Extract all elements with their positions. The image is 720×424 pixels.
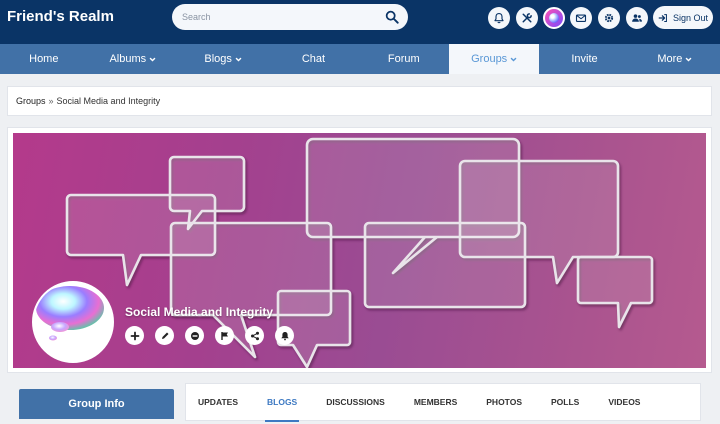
sign-out-icon bbox=[658, 13, 667, 22]
group-actions bbox=[125, 326, 294, 345]
breadcrumb-groups-link[interactable]: Groups bbox=[16, 96, 46, 106]
subscribe-group-button[interactable] bbox=[275, 326, 294, 345]
share-group-button[interactable] bbox=[245, 326, 264, 345]
breadcrumb: Groups » Social Media and Integrity bbox=[7, 86, 712, 116]
bubble-logo-image bbox=[36, 286, 104, 341]
nav-more-label: More bbox=[657, 53, 683, 65]
users-icon bbox=[632, 14, 642, 22]
tools-icon bbox=[522, 13, 532, 23]
report-group-button[interactable] bbox=[215, 326, 234, 345]
search-icon[interactable] bbox=[385, 10, 399, 24]
edit-group-button[interactable] bbox=[155, 326, 174, 345]
nav-blogs-label: Blogs bbox=[204, 53, 232, 65]
nav-albums-label: Albums bbox=[109, 53, 147, 65]
messages-button[interactable] bbox=[570, 7, 592, 29]
site-logo[interactable]: Friend's Realm bbox=[7, 8, 114, 25]
breadcrumb-current: Social Media and Integrity bbox=[56, 96, 161, 106]
main-nav: Home Albums Blogs Chat Forum Groups Invi… bbox=[0, 44, 720, 74]
nav-blogs[interactable]: Blogs bbox=[178, 44, 268, 74]
search-bar bbox=[172, 4, 408, 30]
edit-icon bbox=[161, 332, 168, 339]
nav-forum[interactable]: Forum bbox=[359, 44, 449, 74]
nav-more[interactable]: More bbox=[630, 44, 720, 74]
top-header: Friend's Realm Sign Out bbox=[0, 0, 720, 44]
bell-icon bbox=[494, 12, 504, 24]
group-avatar[interactable] bbox=[32, 281, 114, 363]
tab-members[interactable]: MEMBERS bbox=[414, 383, 457, 421]
settings-button[interactable] bbox=[598, 7, 620, 29]
chevron-down-icon bbox=[149, 57, 156, 62]
chevron-down-icon bbox=[235, 57, 242, 62]
nav-forum-label: Forum bbox=[387, 53, 420, 65]
breadcrumb-separator: » bbox=[48, 96, 54, 106]
tab-videos[interactable]: VIDEOS bbox=[608, 383, 640, 421]
nav-invite[interactable]: Invite bbox=[539, 44, 629, 74]
tab-polls[interactable]: POLLS bbox=[551, 383, 579, 421]
group-cover-card: Social Media and Integrity bbox=[7, 127, 712, 373]
nav-chat-label: Chat bbox=[301, 53, 326, 65]
group-info-header: Group Info bbox=[19, 389, 174, 419]
sign-out-button[interactable]: Sign Out bbox=[653, 6, 713, 29]
search-input[interactable] bbox=[182, 8, 378, 26]
group-cover-image: Social Media and Integrity bbox=[13, 133, 706, 368]
nav-albums[interactable]: Albums bbox=[88, 44, 178, 74]
gear-icon bbox=[604, 13, 614, 23]
sign-out-label: Sign Out bbox=[672, 12, 709, 23]
tab-photos[interactable]: PHOTOS bbox=[486, 383, 522, 421]
chevron-down-icon bbox=[510, 57, 517, 62]
leave-icon bbox=[190, 331, 199, 340]
report-flag-icon bbox=[220, 331, 228, 340]
friends-button[interactable] bbox=[626, 7, 648, 29]
tools-button[interactable] bbox=[516, 7, 538, 29]
subscribe-bell-icon bbox=[280, 331, 289, 340]
nav-chat[interactable]: Chat bbox=[268, 44, 358, 74]
nav-invite-label: Invite bbox=[571, 53, 598, 65]
group-title: Social Media and Integrity bbox=[125, 305, 274, 319]
tab-blogs[interactable]: BLOGS bbox=[264, 383, 300, 422]
nav-home[interactable]: Home bbox=[0, 44, 88, 74]
group-tabs: UPDATES BLOGS DISCUSSIONS MEMBERS PHOTOS… bbox=[185, 383, 701, 422]
envelope-icon bbox=[575, 14, 587, 22]
tab-updates[interactable]: UPDATES bbox=[198, 383, 238, 421]
user-avatar[interactable] bbox=[543, 7, 565, 29]
add-icon bbox=[130, 331, 139, 340]
nav-home-label: Home bbox=[29, 53, 59, 65]
leave-group-button[interactable] bbox=[185, 326, 204, 345]
tab-discussions[interactable]: DISCUSSIONS bbox=[326, 383, 385, 421]
share-icon bbox=[250, 331, 259, 340]
notifications-button[interactable] bbox=[488, 7, 510, 29]
speech-bubbles-illustration bbox=[65, 137, 654, 368]
nav-groups-label: Groups bbox=[471, 53, 508, 65]
nav-groups[interactable]: Groups bbox=[448, 44, 540, 74]
join-group-button[interactable] bbox=[125, 326, 144, 345]
chevron-down-icon bbox=[685, 57, 692, 62]
